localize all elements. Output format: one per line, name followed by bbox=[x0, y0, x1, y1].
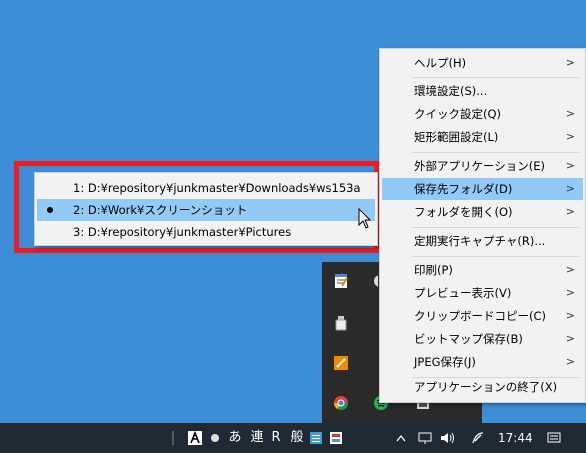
menu-item-label: ヘルプ(H) bbox=[414, 56, 467, 70]
chevron-right-icon: > bbox=[565, 355, 575, 368]
menu-item-label: クリップボードコピー(C) bbox=[414, 309, 547, 323]
menu-item-label: 矩形範囲設定(L) bbox=[414, 130, 499, 144]
menu-item-label: クイック設定(Q) bbox=[414, 107, 502, 121]
menu-item-label: 保存先フォルダ(D) bbox=[414, 182, 513, 196]
menu-item-print[interactable]: 印刷(P) > bbox=[382, 259, 583, 281]
chevron-right-icon: > bbox=[565, 182, 575, 195]
menu-item-jpeg-save[interactable]: JPEG保存(J) > bbox=[382, 351, 583, 373]
menu-separator bbox=[412, 227, 579, 228]
chevron-right-icon: > bbox=[565, 107, 575, 120]
taskbar: あ 連 R 般 17:44 bbox=[0, 423, 586, 453]
menu-item-label: 印刷(P) bbox=[414, 263, 453, 277]
menu-item-exit[interactable]: アプリケーションの終了(X) bbox=[382, 376, 583, 398]
menu-item-label: ビットマップ保存(B) bbox=[414, 332, 523, 346]
submenu-item-folder-3[interactable]: 3: D:¥repository¥junkmaster¥Pictures bbox=[37, 221, 375, 243]
menu-item-label: プレビュー表示(V) bbox=[414, 286, 512, 300]
chevron-right-icon: > bbox=[565, 159, 575, 172]
menu-item-label: 定期実行キャプチャ(R)... bbox=[414, 234, 546, 248]
chevron-right-icon: > bbox=[565, 286, 575, 299]
menu-item-save-folder[interactable]: 保存先フォルダ(D) > bbox=[382, 178, 583, 200]
notepad-icon[interactable] bbox=[332, 272, 350, 290]
menu-separator bbox=[412, 77, 579, 78]
mouse-cursor-icon bbox=[358, 207, 372, 233]
network-icon[interactable] bbox=[416, 423, 434, 453]
stamp-icon[interactable] bbox=[332, 354, 350, 372]
save-folder-submenu: 1: D:¥repository¥junkmaster¥Downloads¥ws… bbox=[34, 172, 378, 246]
menu-item-external-app[interactable]: 外部アプリケーション(E) > bbox=[382, 155, 583, 177]
ime-mode-hiragana[interactable]: あ bbox=[224, 423, 246, 453]
chevron-right-icon: > bbox=[565, 263, 575, 276]
context-menu: ヘルプ(H) > 環境設定(S)... クイック設定(Q) > 矩形範囲設定(L) >… bbox=[379, 48, 586, 403]
pen-workspace-icon[interactable] bbox=[468, 423, 488, 453]
menu-item-preview[interactable]: プレビュー表示(V) > bbox=[382, 282, 583, 304]
submenu-item-label: 1: D:¥repository¥junkmaster¥Downloads¥ws… bbox=[73, 181, 361, 195]
partial-icon[interactable] bbox=[372, 272, 378, 290]
action-center-icon[interactable] bbox=[544, 423, 564, 453]
menu-item-rect-range[interactable]: 矩形範囲設定(L) > bbox=[382, 126, 583, 148]
chevron-up-icon[interactable] bbox=[394, 423, 408, 453]
ime-pad-icon[interactable] bbox=[308, 423, 324, 453]
menu-item-clipboard-copy[interactable]: クリップボードコピー(C) > bbox=[382, 305, 583, 327]
menu-item-open-folder[interactable]: フォルダを開く(O) > bbox=[382, 201, 583, 223]
menu-item-bitmap-save[interactable]: ビットマップ保存(B) > bbox=[382, 328, 583, 350]
ime-conversion-mode[interactable]: 連 bbox=[246, 423, 268, 453]
volume-icon[interactable] bbox=[438, 423, 458, 453]
taskbar-separator bbox=[168, 423, 178, 453]
menu-item-quick-settings[interactable]: クイック設定(Q) > bbox=[382, 103, 583, 125]
submenu-item-label: 2: D:¥Work¥スクリーンショット bbox=[73, 203, 248, 217]
chevron-right-icon: > bbox=[565, 130, 575, 143]
ime-status-dot-icon[interactable] bbox=[208, 423, 222, 453]
taskbar-clock[interactable]: 17:44 bbox=[498, 423, 533, 453]
chevron-right-icon: > bbox=[565, 56, 575, 69]
chevron-right-icon: > bbox=[565, 332, 575, 345]
menu-item-settings[interactable]: 環境設定(S)... bbox=[382, 80, 583, 102]
usb-drive-icon[interactable] bbox=[332, 314, 350, 332]
ime-general-mode[interactable]: 般 bbox=[286, 423, 308, 453]
submenu-item-label: 3: D:¥repository¥junkmaster¥Pictures bbox=[73, 225, 292, 239]
ime-logo-icon[interactable] bbox=[186, 423, 204, 453]
menu-item-help[interactable]: ヘルプ(H) > bbox=[382, 52, 583, 74]
submenu-item-folder-2[interactable]: 2: D:¥Work¥スクリーンショット bbox=[37, 199, 375, 221]
menu-item-label: JPEG保存(J) bbox=[414, 355, 476, 369]
ime-tools-icon[interactable] bbox=[328, 423, 344, 453]
menu-separator bbox=[412, 256, 579, 257]
menu-item-label: 外部アプリケーション(E) bbox=[414, 159, 546, 173]
menu-item-label: アプリケーションの終了(X) bbox=[414, 380, 558, 394]
submenu-item-folder-1[interactable]: 1: D:¥repository¥junkmaster¥Downloads¥ws… bbox=[37, 177, 375, 199]
chrome-icon[interactable] bbox=[332, 394, 350, 412]
menu-item-label: フォルダを開く(O) bbox=[414, 205, 513, 219]
selected-dot-icon bbox=[47, 207, 53, 213]
menu-separator bbox=[412, 152, 579, 153]
chevron-right-icon: > bbox=[565, 309, 575, 322]
menu-item-label: 環境設定(S)... bbox=[414, 84, 488, 98]
chevron-right-icon: > bbox=[565, 205, 575, 218]
ime-r-indicator[interactable]: R bbox=[268, 423, 284, 453]
menu-item-periodic-capture[interactable]: 定期実行キャプチャ(R)... bbox=[382, 230, 583, 252]
